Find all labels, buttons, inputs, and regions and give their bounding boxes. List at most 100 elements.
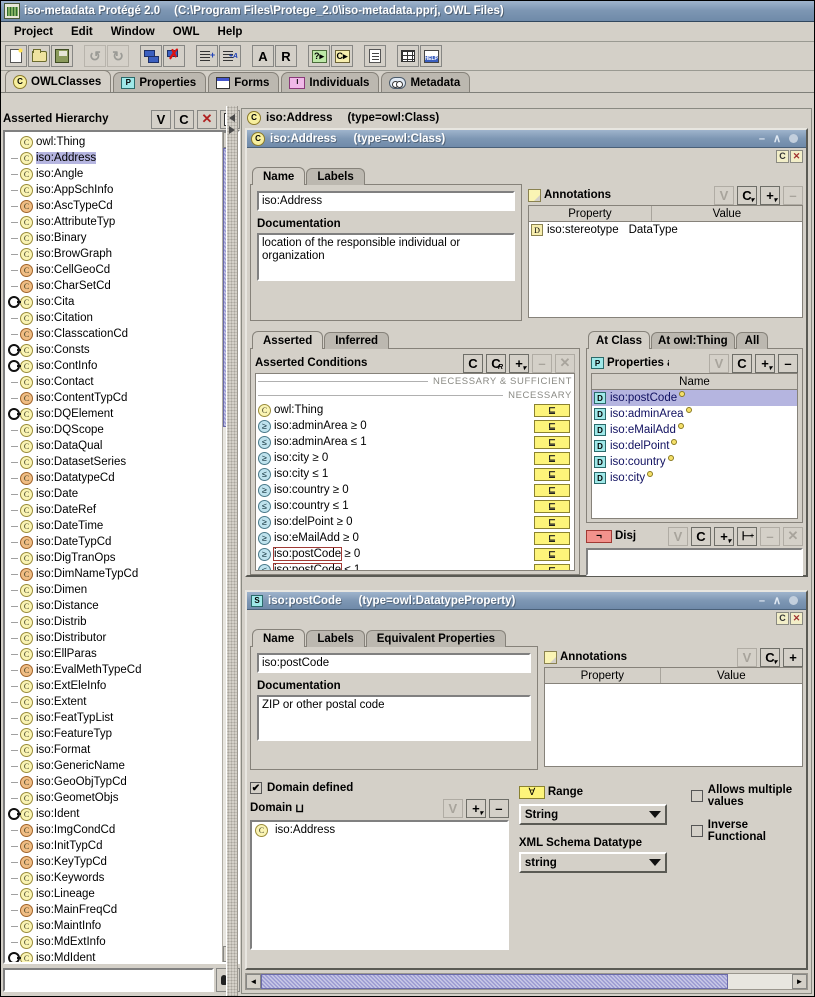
domain-view-button[interactable]: V [442, 798, 463, 818]
annotation-add-button[interactable]: + ▾ [760, 185, 780, 205]
domain-defined-checkbox[interactable]: ✔ [250, 782, 262, 794]
tree-node-iso-DQScope[interactable]: Ciso:DQScope [7, 422, 222, 438]
tree-node-iso-Dimen[interactable]: Ciso:Dimen [7, 582, 222, 598]
split-collapse-right-icon[interactable] [229, 126, 235, 134]
tree-node-iso-Cita[interactable]: Ciso:Cita [7, 294, 222, 310]
annotation-create-button[interactable]: C ▾ [737, 185, 757, 205]
class-name-input[interactable] [257, 191, 515, 211]
tree-expand-icon[interactable] [7, 406, 20, 422]
property-view-button[interactable]: V [709, 353, 729, 373]
tree-expand-icon[interactable] [7, 950, 20, 962]
tree-node-iso-EllParas[interactable]: Ciso:EllParas [7, 646, 222, 662]
close-icon[interactable] [789, 134, 798, 143]
disjoint-add-button[interactable]: + ▾ [714, 526, 734, 546]
class-documentation-input[interactable]: location of the responsible individual o… [257, 233, 515, 281]
tree-node-iso-AscTypeCd[interactable]: Ciso:AscTypeCd [7, 198, 222, 214]
minimize-icon[interactable]: – [759, 133, 765, 145]
property-row[interactable]: Diso:postCode [592, 390, 797, 406]
prop-annotation-create-button[interactable]: C ▾ [760, 647, 780, 667]
condition-subclass-badge[interactable]: ⊑ [534, 403, 570, 417]
disjoint-view-button[interactable]: V [668, 526, 688, 546]
property-row[interactable]: Diso:delPoint [592, 438, 797, 454]
tree-node-iso-MdExtInfo[interactable]: Ciso:MdExtInfo [7, 934, 222, 950]
property-frame-clone-button[interactable]: C [776, 611, 789, 625]
sort-list-icon[interactable]: +A [219, 45, 241, 67]
help-icon[interactable] [420, 45, 442, 67]
tree-node-iso-AppSchInfo[interactable]: Ciso:AppSchInfo [7, 182, 222, 198]
archive-icon[interactable]: A [252, 45, 274, 67]
tree-node-iso-ContentTypCd[interactable]: Ciso:ContentTypCd [7, 390, 222, 406]
tree-node-iso-InitTypCd[interactable]: Ciso:InitTypCd [7, 838, 222, 854]
tab-properties[interactable]: P Properties [113, 72, 207, 92]
tree-node-iso-ClasscationCd[interactable]: Ciso:ClasscationCd [7, 326, 222, 342]
tree-expand-icon[interactable] [7, 358, 20, 374]
xml-datatype-select[interactable]: string [518, 852, 667, 873]
class-tree[interactable]: Cowl:Thing Ciso:Address Ciso:Angle Ciso:App… [5, 132, 222, 962]
inverse-functional-row[interactable]: Inverse Functional [690, 819, 803, 843]
menu-window[interactable]: Window [102, 24, 164, 40]
tab-metadata[interactable]: Metadata [381, 72, 471, 92]
condition-row[interactable]: ≤ iso:adminArea ≤ 1 ⊑ [256, 434, 574, 450]
tab-all[interactable]: All [735, 332, 769, 349]
tree-node-iso-Extent[interactable]: Ciso:Extent [7, 694, 222, 710]
tree-node-iso-DateRef[interactable]: Ciso:DateRef [7, 502, 222, 518]
tree-expand-icon[interactable] [7, 342, 20, 358]
prop-annotation-view-button[interactable]: V [737, 647, 757, 667]
table-icon[interactable] [397, 45, 419, 67]
property-documentation-input[interactable]: ZIP or other postal code [257, 695, 531, 741]
disjoints-list[interactable] [586, 548, 803, 576]
delete-class-button[interactable]: ✕ [197, 109, 217, 129]
tree-node-iso-Contact[interactable]: Ciso:Contact [7, 374, 222, 390]
close-icon[interactable] [789, 596, 798, 605]
tab-at-class[interactable]: At Class [588, 331, 651, 349]
manage-includes-icon[interactable] [140, 45, 162, 67]
tab-individuals[interactable]: I Individuals [281, 72, 380, 92]
hscrollbar-track[interactable] [261, 974, 792, 989]
menu-project[interactable]: Project [5, 24, 62, 40]
tree-node-iso-DataQual[interactable]: Ciso:DataQual [7, 438, 222, 454]
condition-row[interactable]: ≤ iso:postCode ≤ 1 ⊑ [256, 562, 574, 570]
disjoint-remove-button[interactable]: – [760, 526, 780, 546]
tree-node-iso-GenericName[interactable]: Ciso:GenericName [7, 758, 222, 774]
open-project-icon[interactable] [28, 45, 50, 67]
tree-node-iso-Angle[interactable]: Ciso:Angle [7, 166, 222, 182]
tree-node-iso-Citation[interactable]: Ciso:Citation [7, 310, 222, 326]
tree-node-iso-Distributor[interactable]: Ciso:Distributor [7, 630, 222, 646]
maximize-icon[interactable]: ∧ [773, 132, 781, 145]
scroll-left-icon[interactable]: ◄ [246, 974, 261, 989]
tree-node-iso-DatatypeCd[interactable]: Ciso:DatatypeCd [7, 470, 222, 486]
view-class-button[interactable]: V [151, 109, 171, 129]
tab-forms[interactable]: Forms [208, 72, 280, 92]
tree-node-iso-ContInfo[interactable]: Ciso:ContInfo [7, 358, 222, 374]
new-project-icon[interactable] [5, 45, 27, 67]
tree-node-iso-GeoObjTypCd[interactable]: Ciso:GeoObjTypCd [7, 774, 222, 790]
tree-node-iso-AttributeTyp[interactable]: Ciso:AttributeTyp [7, 214, 222, 230]
revert-icon[interactable]: R [275, 45, 297, 67]
tree-node-owl-Thing[interactable]: Cowl:Thing [7, 134, 222, 150]
prop-annotation-add-button[interactable]: + [783, 647, 803, 667]
tree-node-iso-FeatureTyp[interactable]: Ciso:FeatureTyp [7, 726, 222, 742]
undo-icon[interactable]: ↺ [84, 45, 106, 67]
property-row[interactable]: Diso:city [592, 470, 797, 486]
disjoint-add-siblings-button[interactable]: ⊢ + [737, 526, 757, 546]
property-frame-title-bar[interactable]: S iso:postCode (type=owl:DatatypePropert… [247, 592, 806, 610]
tree-node-iso-GeometObjs[interactable]: Ciso:GeometObjs [7, 790, 222, 806]
tab-name[interactable]: Name [252, 167, 306, 185]
class-frame-title-bar[interactable]: C iso:Address (type=owl:Class) – ∧ [247, 130, 806, 148]
tab-at-owl-thing[interactable]: At owl:Thing [651, 332, 735, 349]
tree-node-iso-FeatTypList[interactable]: Ciso:FeatTypList [7, 710, 222, 726]
disjoint-delete-button[interactable]: ✕ [783, 526, 803, 546]
menu-edit[interactable]: Edit [62, 24, 102, 40]
log-icon[interactable] [364, 45, 386, 67]
condition-row[interactable]: Cowl:Thing ⊑ [256, 402, 574, 418]
scroll-right-icon[interactable]: ► [792, 974, 807, 989]
condition-subclass-badge[interactable]: ⊑ [534, 419, 570, 433]
desktop-horizontal-scrollbar[interactable]: ◄ ► [245, 973, 808, 990]
tree-node-iso-Binary[interactable]: Ciso:Binary [7, 230, 222, 246]
range-select[interactable]: String [518, 804, 667, 825]
tree-node-iso-CellGeoCd[interactable]: Ciso:CellGeoCd [7, 262, 222, 278]
condition-remove-button[interactable]: – [532, 353, 552, 373]
remove-include-icon[interactable] [163, 45, 185, 67]
tree-node-iso-KeyTypCd[interactable]: Ciso:KeyTypCd [7, 854, 222, 870]
condition-delete-button[interactable]: ✕ [555, 353, 575, 373]
